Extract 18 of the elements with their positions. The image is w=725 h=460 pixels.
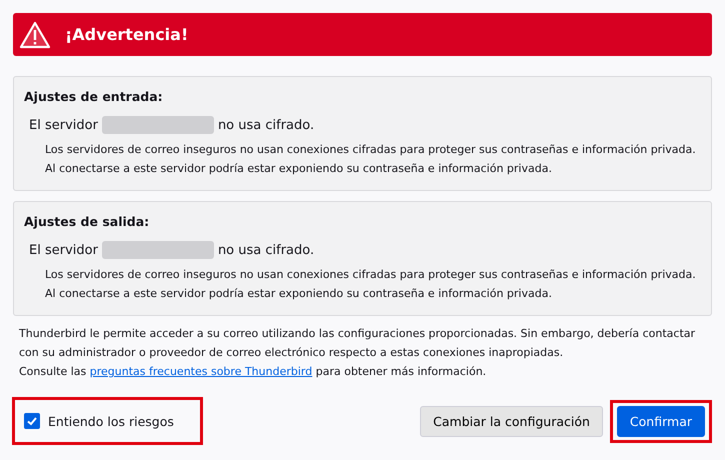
checkbox-label: Entiendo los riesgos — [48, 414, 174, 428]
server-status: no usa cifrado. — [218, 242, 314, 258]
section-heading: Ajustes de entrada: — [24, 89, 164, 104]
change-settings-button[interactable]: Cambiar la configuración — [420, 406, 603, 436]
checkmark-icon — [26, 415, 38, 427]
checkbox[interactable] — [24, 413, 40, 429]
warning-icon — [19, 20, 51, 48]
server-status: no usa cifrado. — [218, 118, 314, 132]
server-label: El servidor — [29, 118, 98, 132]
section-description: Los servidores de correo inseguros no usan conexiones cifradas para proteger sus contraseñas e información privada. Al conectarse a este servidor podría estar exponiendo su contraseña e información privada. — [45, 267, 697, 302]
confirm-button[interactable]: Confirmar — [616, 406, 705, 436]
banner-title: ¡Advertencia! — [65, 25, 188, 44]
section-description: Los servidores de correo inseguros no usan conexiones cifradas para proteger sus contraseñas e información privada. Al conectarse a este servidor podría estar exponiendo su contraseña e información privada. — [45, 142, 697, 177]
notice-text: Thunderbird le permite acceder a su correo utilizando las configuraciones proporcionadas. Sin embargo, debería contactar con su administrador o proveedor de correo electrónico respecto a estas conexiones inapropiadas. — [19, 326, 696, 361]
faq-sentence: Consulte las preguntas frecuentes sobre Thunderbird para obtener más información. — [19, 364, 488, 380]
faq-link[interactable]: preguntas frecuentes sobre Thunderbird — [90, 365, 312, 378]
section-heading: Ajustes de salida: — [24, 214, 150, 229]
server-label: El servidor — [29, 242, 98, 258]
